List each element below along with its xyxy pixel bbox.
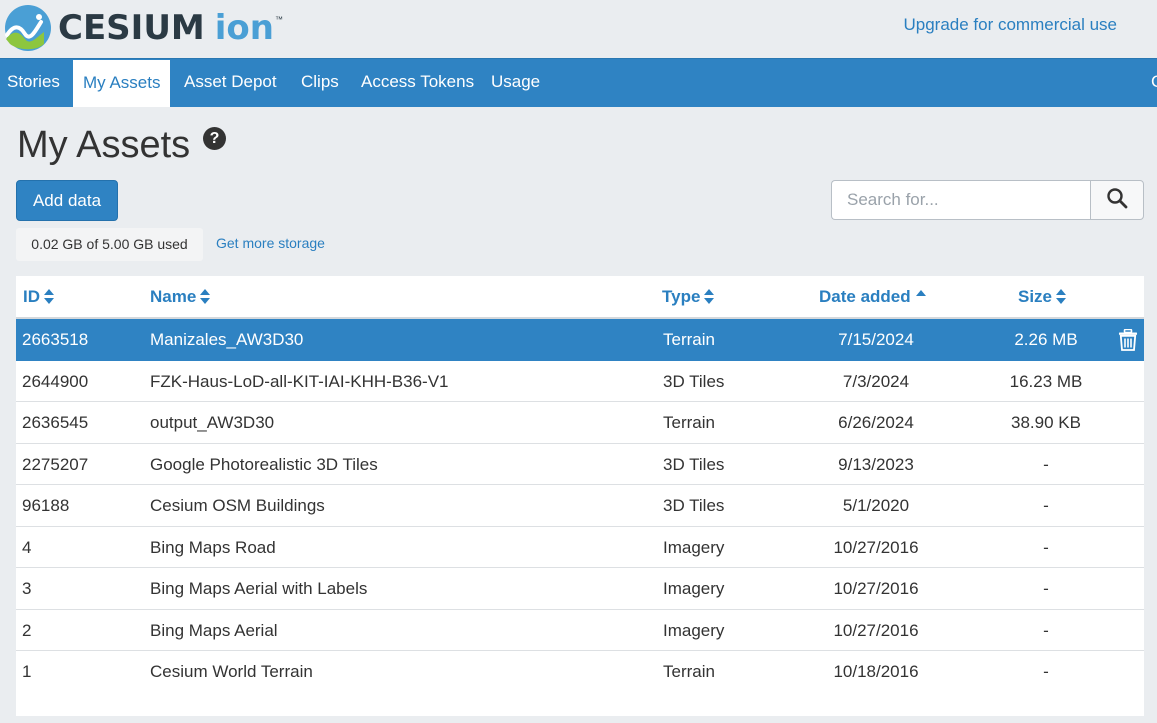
column-label: Type (662, 287, 701, 306)
sort-icon (44, 289, 55, 305)
logo-wordmark: CESIUM (58, 8, 205, 48)
table-row[interactable]: 2275207 Google Photorealistic 3D Tiles 3… (16, 444, 1144, 485)
cell-name[interactable]: Bing Maps Road (150, 527, 276, 568)
table-row[interactable]: 4 Bing Maps Road Imagery 10/27/2016 - (16, 527, 1144, 568)
table-row[interactable]: 2 Bing Maps Aerial Imagery 10/27/2016 - (16, 610, 1144, 651)
cell-id: 96188 (22, 496, 70, 515)
cell-id: 2 (22, 620, 32, 640)
cell-name[interactable]: Cesium OSM Buildings (150, 485, 325, 526)
cell-type: 3D Tiles (663, 454, 725, 474)
cell-size: - (1043, 496, 1049, 515)
cell-name[interactable]: FZK-Haus-LoD-all-KIT-IAI-KHH-B36-V1 (150, 361, 449, 402)
nav-item-my-assets[interactable]: My Assets (73, 60, 171, 107)
cell-type: 3D Tiles (663, 371, 725, 391)
column-header-name[interactable]: Name (150, 287, 211, 307)
cell-name[interactable]: Manizales_AW3D30 (150, 319, 303, 360)
cell-size: 2.26 MB (1014, 330, 1078, 349)
cell-type: Terrain (663, 413, 715, 432)
cesium-logo-icon (4, 4, 52, 52)
nav-item-clipped[interactable]: C (1151, 59, 1157, 107)
nav-item-asset-depot[interactable]: Asset Depot (184, 59, 277, 107)
column-label: ID (23, 287, 40, 306)
cell-size: - (1043, 620, 1049, 640)
main-nav: Stories My Assets Asset Depot Clips Acce… (0, 58, 1157, 107)
column-label: Name (150, 287, 197, 306)
sort-icon (1056, 289, 1067, 305)
get-more-storage-link[interactable]: Get more storage (216, 235, 325, 251)
cell-id: 2644900 (22, 371, 89, 391)
sort-ascending-icon (915, 290, 926, 296)
cell-type: Imagery (663, 537, 725, 557)
column-header-id[interactable]: ID (23, 287, 55, 307)
cell-id: 1 (22, 662, 32, 681)
logo-ion-wordmark: ion (214, 8, 274, 48)
add-data-button[interactable]: Add data (16, 180, 118, 221)
nav-item-stories[interactable]: Stories (0, 59, 67, 107)
cell-name[interactable]: output_AW3D30 (150, 402, 274, 443)
page-title: My Assets (17, 124, 191, 166)
assets-table: ID Name Type Date added Size 2663518 Man… (16, 276, 1144, 716)
search-input[interactable] (831, 180, 1091, 220)
cell-size: - (1043, 579, 1049, 598)
cell-name[interactable]: Google Photorealistic 3D Tiles (150, 444, 378, 485)
cell-type: Terrain (663, 662, 715, 681)
nav-item-access-tokens[interactable]: Access Tokens (361, 59, 474, 107)
search-button[interactable] (1090, 180, 1144, 220)
table-row[interactable]: 2636545 output_AW3D30 Terrain 6/26/2024 … (16, 402, 1144, 444)
sort-icon (704, 289, 715, 305)
nav-item-usage[interactable]: Usage (491, 59, 540, 107)
top-header: CESIUM ion ™ Upgrade for commercial use (0, 0, 1157, 58)
column-header-date-added[interactable]: Date added (819, 287, 926, 307)
cesium-ion-logo[interactable]: CESIUM ion ™ (4, 3, 283, 53)
cell-type: 3D Tiles (663, 496, 725, 515)
cell-id: 4 (22, 537, 32, 557)
column-label: Size (1018, 287, 1053, 306)
search-icon (1106, 187, 1128, 214)
cell-type: Imagery (663, 579, 725, 598)
table-row[interactable]: 1 Cesium World Terrain Terrain 10/18/201… (16, 651, 1144, 693)
nav-item-clips[interactable]: Clips (301, 59, 339, 107)
upgrade-link[interactable]: Upgrade for commercial use (903, 15, 1117, 35)
cell-type: Terrain (663, 330, 715, 349)
cell-size: - (1043, 454, 1049, 474)
help-icon[interactable]: ? (203, 127, 226, 150)
table-row[interactable]: 2644900 FZK-Haus-LoD-all-KIT-IAI-KHH-B36… (16, 361, 1144, 402)
cell-size: - (1043, 662, 1049, 681)
cell-id: 3 (22, 579, 32, 598)
cell-id: 2275207 (22, 454, 89, 474)
search-box (831, 180, 1144, 220)
table-row[interactable]: 2663518 Manizales_AW3D30 Terrain 7/15/20… (16, 319, 1144, 361)
cell-size: 16.23 MB (1009, 371, 1083, 391)
cell-type: Imagery (663, 620, 725, 640)
sort-icon (200, 289, 211, 305)
table-row[interactable]: 3 Bing Maps Aerial with Labels Imagery 1… (16, 568, 1144, 610)
table-header: ID Name Type Date added Size (16, 276, 1144, 319)
column-header-type[interactable]: Type (662, 287, 715, 307)
cell-name[interactable]: Bing Maps Aerial with Labels (150, 568, 367, 609)
cell-name[interactable]: Cesium World Terrain (150, 651, 313, 692)
cell-id: 2663518 (22, 330, 89, 349)
cell-name[interactable]: Bing Maps Aerial (150, 610, 278, 651)
column-header-size[interactable]: Size (1018, 287, 1067, 307)
logo-trademark: ™ (274, 15, 283, 24)
cell-id: 2636545 (22, 413, 89, 432)
cell-size: 38.90 KB (1011, 413, 1081, 432)
cell-size: - (1043, 537, 1049, 557)
table-row[interactable]: 96188 Cesium OSM Buildings 3D Tiles 5/1/… (16, 485, 1144, 527)
storage-usage-badge: 0.02 GB of 5.00 GB used (16, 228, 203, 261)
trash-icon[interactable] (1118, 328, 1138, 351)
column-label: Date added (819, 287, 911, 306)
